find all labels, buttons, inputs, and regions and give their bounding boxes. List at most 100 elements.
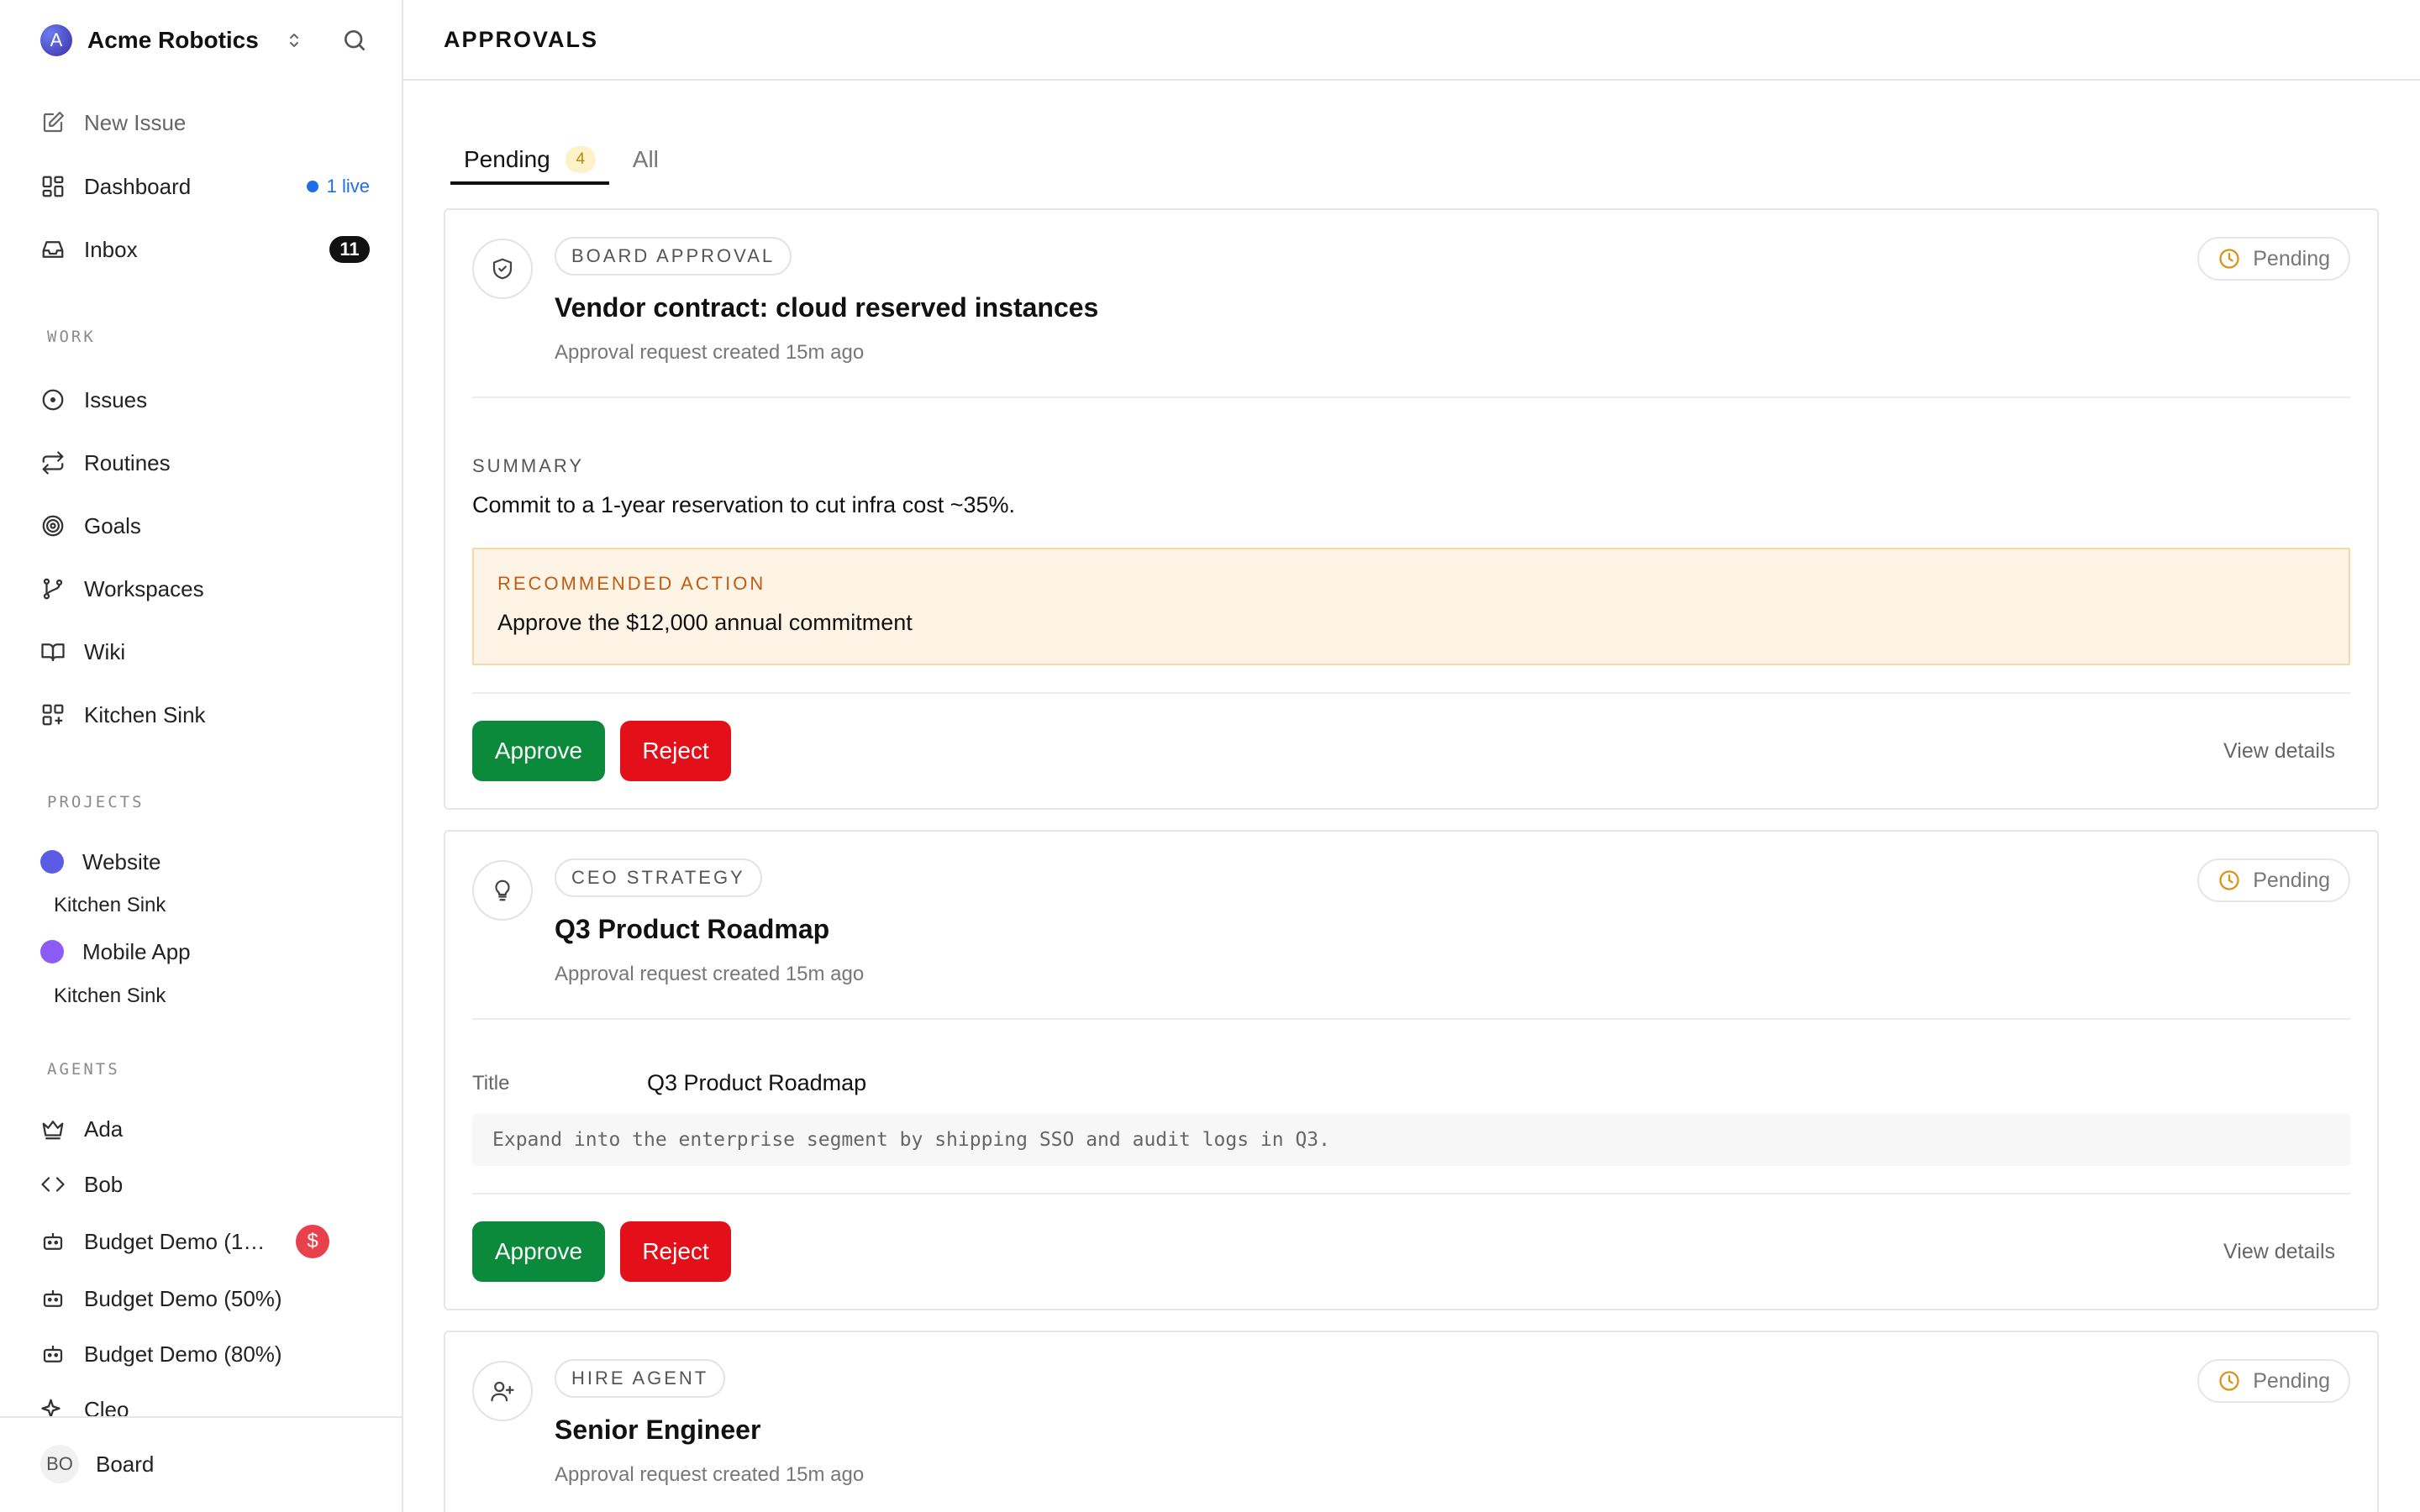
card-divider: [472, 1018, 2350, 1020]
approve-button[interactable]: Approve: [472, 1221, 605, 1282]
search-icon: [345, 30, 365, 50]
new-issue-button[interactable]: New Issue: [40, 106, 370, 139]
live-dot: [306, 181, 318, 192]
app-root: A Acme Robotics New Issue Dashboard 1 li…: [0, 0, 2420, 1512]
section-work: WORK: [47, 328, 96, 346]
budget-warning-badge: $: [296, 1225, 329, 1258]
issues-label: Issues: [84, 386, 148, 412]
card-divider: [472, 1193, 2350, 1194]
sidebar-item-workspaces[interactable]: Workspaces: [40, 572, 370, 606]
tab-pending[interactable]: Pending 4: [450, 134, 609, 185]
board-user-name: Board: [96, 1451, 155, 1477]
live-text: 1 live: [326, 176, 370, 197]
agent-bob[interactable]: Bob: [40, 1168, 370, 1201]
project-website[interactable]: Website: [40, 845, 160, 879]
top-bar: APPROVALS: [403, 0, 2420, 81]
card-divider: [472, 692, 2350, 694]
dashboard-label: Dashboard: [84, 173, 192, 199]
sidebar-item-issues[interactable]: Issues: [40, 383, 370, 417]
main-content: APPROVALS Pending 4 All BOARD APPROVAL V…: [403, 0, 2420, 1512]
approval-card: CEO STRATEGY Q3 Product Roadmap Approval…: [444, 830, 2379, 1310]
agent-budget-demo-1[interactable]: Budget Demo (1… $: [40, 1225, 329, 1258]
sidebar-item-kitchen-sink[interactable]: Kitchen Sink: [40, 698, 370, 732]
card-divider: [472, 396, 2350, 398]
page-title: APPROVALS: [444, 27, 599, 52]
robot-icon: [43, 1346, 63, 1362]
clock-icon: [2219, 249, 2239, 269]
clock-icon: [2219, 870, 2239, 890]
agent-name: Ada: [84, 1116, 124, 1142]
view-details-link[interactable]: View details: [2223, 1240, 2335, 1264]
view-details-link[interactable]: View details: [2223, 739, 2335, 764]
project-color-dot: [40, 850, 64, 874]
pending-count-badge: 4: [565, 146, 596, 173]
sidebar: A Acme Robotics New Issue Dashboard 1 li…: [0, 0, 403, 1512]
circle-dot-icon: [42, 389, 64, 411]
sidebar-item-routines[interactable]: Routines: [40, 446, 370, 480]
approval-title[interactable]: Senior Engineer: [555, 1415, 760, 1446]
tab-all[interactable]: All: [619, 134, 672, 185]
live-indicator: 1 live: [306, 176, 370, 197]
summary-label: SUMMARY: [472, 455, 585, 476]
approval-title[interactable]: Q3 Product Roadmap: [555, 914, 829, 945]
goals-label: Goals: [84, 512, 141, 538]
recommended-action-text: Approve the $12,000 annual commitment: [497, 610, 913, 635]
robot-icon: [43, 1290, 63, 1307]
recommended-action-box: RECOMMENDED ACTION Approve the $12,000 a…: [472, 548, 2350, 665]
sidebar-item-dashboard[interactable]: Dashboard 1 live: [40, 170, 370, 203]
status-text: Pending: [2253, 868, 2330, 892]
org-avatar: A: [40, 24, 72, 56]
search-button[interactable]: [339, 25, 370, 55]
board-user-button[interactable]: BO Board: [40, 1443, 154, 1485]
agent-name: Bob: [84, 1171, 124, 1197]
kitchen-sink-label: Kitchen Sink: [84, 701, 206, 727]
status-text: Pending: [2253, 1368, 2330, 1393]
card-type-icon: [472, 239, 533, 299]
section-projects: PROJECTS: [47, 793, 145, 811]
field-label-title: Title: [472, 1072, 510, 1095]
agent-ada[interactable]: Ada: [40, 1112, 370, 1146]
sidebar-item-wiki[interactable]: Wiki: [40, 635, 370, 669]
status-badge: Pending: [2197, 1359, 2350, 1403]
components-icon: [42, 704, 64, 726]
wiki-label: Wiki: [84, 638, 126, 664]
dashboard-icon: [42, 176, 64, 197]
inbox-icon: [42, 241, 64, 258]
approval-created-time: Approval request created 15m ago: [555, 341, 865, 364]
sidebar-item-goals[interactable]: Goals: [40, 509, 370, 543]
sidebar-footer: BO Board: [0, 1416, 402, 1512]
approve-button[interactable]: Approve: [472, 721, 605, 781]
chevron-up-down-icon: [289, 34, 298, 47]
agent-budget-demo-50[interactable]: Budget Demo (50%): [40, 1282, 370, 1315]
summary-text: Commit to a 1-year reservation to cut in…: [472, 492, 1016, 517]
routines-label: Routines: [84, 449, 171, 475]
status-text: Pending: [2253, 246, 2330, 270]
crown-icon: [42, 1121, 64, 1140]
section-agents: AGENTS: [47, 1060, 120, 1079]
project-mobile-app[interactable]: Mobile App: [40, 935, 191, 969]
inbox-count-badge: 11: [329, 236, 370, 263]
code-icon: [41, 1177, 65, 1192]
approval-title[interactable]: Vendor contract: cloud reserved instance…: [555, 292, 1098, 323]
project-mobile-app-subitem[interactable]: Kitchen Sink: [54, 984, 166, 1008]
robot-icon: [43, 1233, 63, 1250]
status-badge: Pending: [2197, 237, 2350, 281]
avatar: BO: [40, 1445, 79, 1483]
project-name: Website: [82, 848, 161, 874]
inbox-label: Inbox: [84, 236, 138, 262]
approval-tabs: Pending 4 All: [450, 134, 672, 185]
sidebar-item-inbox[interactable]: Inbox 11: [40, 233, 370, 266]
agent-budget-demo-80[interactable]: Budget Demo (80%): [40, 1337, 370, 1371]
tab-pending-label: Pending: [464, 146, 550, 172]
user-plus-icon: [491, 1381, 514, 1402]
new-issue-label: New Issue: [84, 109, 187, 135]
repeat-icon: [42, 451, 64, 475]
project-website-subitem[interactable]: Kitchen Sink: [54, 894, 166, 917]
field-value-title: Q3 Product Roadmap: [647, 1070, 867, 1095]
workspaces-label: Workspaces: [84, 575, 204, 601]
edit-icon: [43, 112, 64, 133]
reject-button[interactable]: Reject: [620, 721, 731, 781]
project-color-dot: [40, 940, 64, 963]
org-switcher[interactable]: A Acme Robotics: [40, 24, 304, 57]
reject-button[interactable]: Reject: [620, 1221, 731, 1282]
